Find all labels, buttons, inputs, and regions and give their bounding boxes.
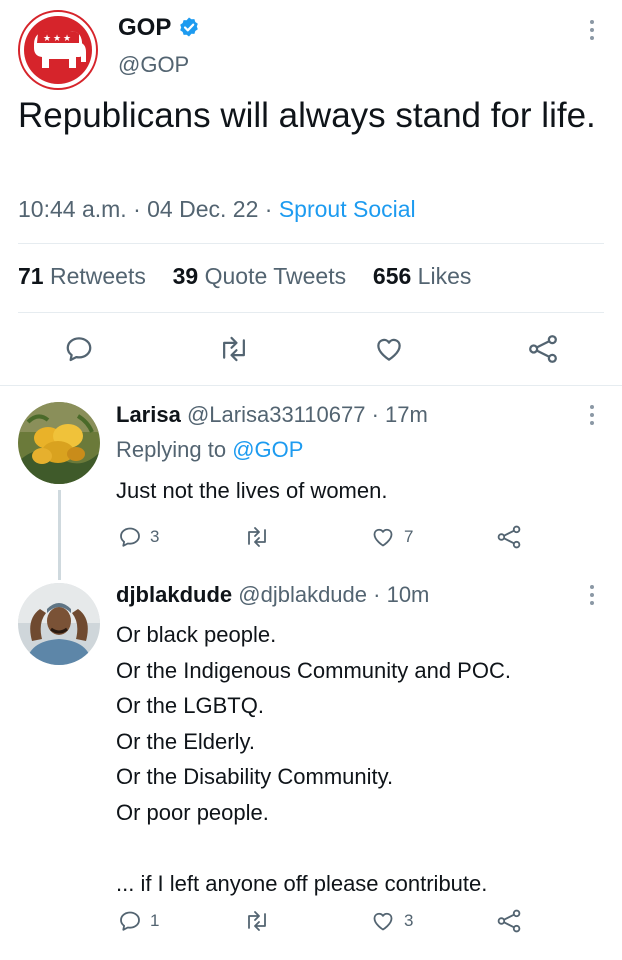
reply-text-line: ... if I left anyone off please contribu… — [116, 870, 488, 896]
retweet-button[interactable] — [244, 909, 278, 933]
likes-count: 656 — [372, 263, 412, 289]
reply-handle[interactable]: @djblakdude — [238, 582, 367, 607]
divider — [0, 385, 622, 386]
reply-text-line: Or the Disability Community. — [116, 764, 394, 789]
reply-icon — [120, 911, 140, 931]
reply-text-line: Or black people. — [116, 622, 277, 647]
reply-text: Just not the lives of women. — [116, 478, 388, 503]
retweets-label: Retweets — [49, 263, 146, 289]
reply-header: djblakdude @djblakdude · 10m — [116, 582, 429, 608]
author-display-name[interactable]: GOP — [118, 14, 171, 42]
retweets-stat[interactable]: 71 Retweets — [18, 263, 146, 289]
share-icon[interactable] — [496, 908, 522, 939]
reply-text-line: Or the Elderly. — [116, 728, 255, 754]
author-name-row: GOP — [118, 14, 201, 42]
like-count: 3 — [404, 911, 414, 930]
retweet-icon[interactable] — [218, 334, 250, 364]
like-icon[interactable] — [373, 334, 405, 364]
meta-separator: · — [264, 196, 273, 222]
likes-stat[interactable]: 656 Likes — [373, 263, 471, 289]
share-icon[interactable] — [527, 333, 559, 365]
reply-display-name[interactable]: Larisa — [116, 402, 181, 427]
author-handle[interactable]: @GOP — [118, 52, 189, 78]
reply-text: Or black people. Or the Indigenous Commu… — [116, 617, 606, 901]
reply-text-line — [116, 830, 606, 866]
reply-icon[interactable] — [64, 334, 94, 364]
retweet-button[interactable] — [244, 525, 278, 549]
like-button[interactable]: 7 — [370, 525, 413, 549]
verified-badge-icon — [177, 16, 201, 40]
svg-text:★: ★ — [53, 34, 61, 44]
replying-prefix: Replying to — [116, 437, 227, 462]
share-icon[interactable] — [496, 524, 522, 555]
tweet-source[interactable]: Sprout Social — [279, 196, 416, 222]
quotes-label: Quote Tweets — [204, 263, 347, 289]
reply-count: 3 — [150, 527, 160, 546]
reply-text-line: Or the LGBTQ. — [116, 693, 264, 718]
divider — [18, 312, 604, 313]
like-icon — [373, 912, 393, 931]
svg-text:★: ★ — [43, 34, 51, 44]
tweet-stats: 71 Retweets 39 Quote Tweets 656 Likes — [18, 263, 471, 290]
tweet-meta: 10:44 a.m. · 04 Dec. 22 · Sprout Social — [18, 196, 416, 223]
reply-text-line: Or the Indigenous Community and POC. — [116, 657, 511, 683]
retweet-icon — [248, 911, 266, 931]
retweets-count: 71 — [18, 263, 44, 289]
tweet-time[interactable]: 10:44 a.m. — [18, 196, 127, 222]
reply-header: Larisa @Larisa33110677 · 17m — [116, 402, 428, 428]
likes-label: Likes — [417, 263, 472, 289]
svg-text:★: ★ — [63, 34, 71, 44]
reply-handle[interactable]: @Larisa33110677 — [187, 402, 366, 427]
reply-time[interactable]: · 10m — [373, 582, 429, 607]
reply-count: 1 — [150, 911, 160, 930]
meta-separator: · — [133, 196, 141, 222]
quotes-count: 39 — [172, 263, 199, 289]
retweet-icon — [248, 527, 266, 547]
replying-to: Replying to @GOP — [116, 437, 303, 463]
tweet-text: Republicans will always stand for life. — [18, 96, 596, 135]
more-icon[interactable] — [586, 585, 598, 609]
reply-display-name[interactable]: djblakdude — [116, 582, 232, 607]
avatar-image — [18, 583, 100, 665]
quotes-stat[interactable]: 39 Quote Tweets — [173, 263, 346, 289]
gop-logo-icon: ★ ★ ★ — [18, 10, 98, 90]
reply-text-line: Or poor people. — [116, 799, 269, 825]
reply-icon — [120, 527, 140, 547]
like-count: 7 — [404, 527, 414, 546]
like-icon — [373, 528, 393, 547]
avatar[interactable]: ★ ★ ★ — [18, 10, 98, 90]
avatar-image — [18, 402, 100, 484]
avatar[interactable] — [18, 583, 100, 665]
reply-button[interactable]: 1 — [118, 909, 159, 933]
like-button[interactable]: 3 — [370, 909, 413, 933]
replying-to-handle[interactable]: @GOP — [232, 437, 303, 462]
tweet-date[interactable]: 04 Dec. 22 — [147, 196, 258, 222]
reply-button[interactable]: 3 — [118, 525, 159, 549]
avatar[interactable] — [18, 402, 100, 484]
more-icon[interactable] — [586, 20, 598, 44]
divider — [18, 243, 604, 244]
thread-line — [58, 490, 61, 580]
more-icon[interactable] — [586, 405, 598, 429]
reply-time[interactable]: · 17m — [372, 402, 428, 427]
